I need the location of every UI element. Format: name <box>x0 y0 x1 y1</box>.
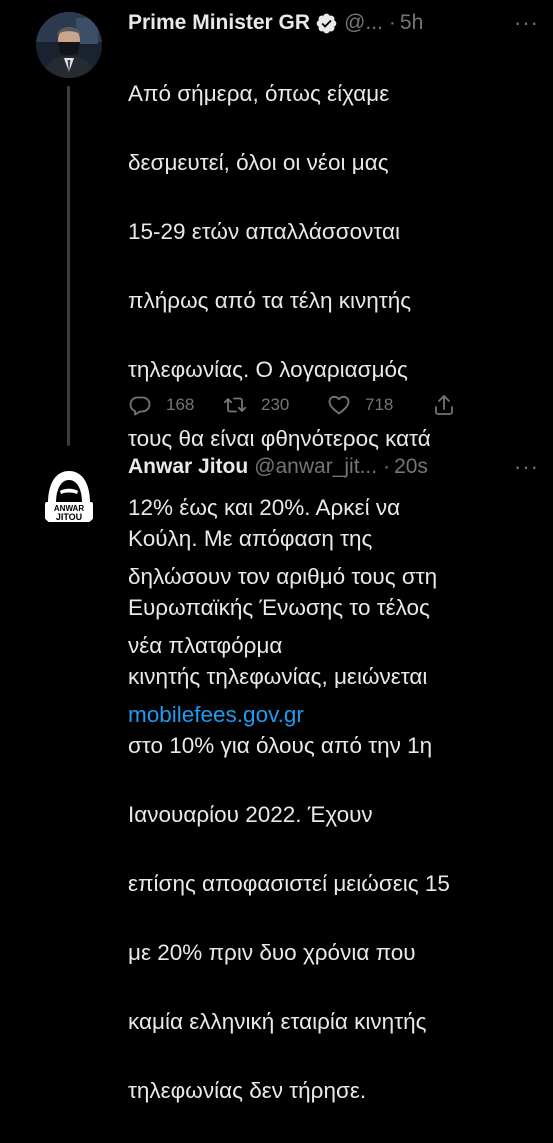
share-icon <box>435 395 453 415</box>
display-name[interactable]: Anwar Jitou <box>128 455 248 479</box>
retweet-button[interactable]: 230 <box>223 393 327 417</box>
tweet-primeminister[interactable]: Prime Minister GR @... · 5h ··· Από σήμε… <box>0 0 553 727</box>
avatar-photo <box>36 12 102 78</box>
timestamp[interactable]: 20s <box>394 455 428 479</box>
verified-badge-icon <box>315 12 338 35</box>
more-options-icon[interactable]: ··· <box>514 10 539 36</box>
text-line: 15-29 ετών απαλλάσσονται <box>128 218 400 244</box>
text-line: δεσμευτεί, όλοι οι νέοι μας <box>128 149 389 175</box>
text-line: πλήρως από τα τέλη κινητής <box>128 287 412 313</box>
timestamp[interactable]: 5h <box>400 11 423 35</box>
display-name[interactable]: Prime Minister GR <box>128 11 310 35</box>
reply-button[interactable]: 168 <box>128 393 223 417</box>
tweet-reply-anwar[interactable]: ANWAR JITOU Anwar Jitou @anwar_jit... · … <box>0 452 553 1103</box>
text-line: καμία ελληνική εταιρία κινητής <box>128 1008 427 1034</box>
text-line: στο 10% για όλους από την 1η <box>128 732 433 758</box>
user-handle[interactable]: @... <box>344 11 383 35</box>
separator-dot: · <box>383 455 391 478</box>
heart-icon <box>328 395 350 415</box>
retweet-icon <box>223 397 247 413</box>
text-line: κινητής τηλεφωνίας, μειώνεται <box>128 663 428 689</box>
tweet-header: Anwar Jitou @anwar_jit... · 20s ··· <box>128 452 539 482</box>
separator-dot: · <box>388 11 396 34</box>
tweet-actions: 168 230 718 <box>128 390 478 420</box>
share-button[interactable] <box>432 393 470 417</box>
reply-count: 168 <box>166 395 195 414</box>
avatar-anwar[interactable]: ANWAR JITOU <box>36 463 102 529</box>
text-line: με 20% πριν δυο χρόνια που <box>128 939 416 965</box>
text-line: τηλεφωνίας. Ο λογαριασμός <box>128 356 408 382</box>
tweet-text: Κούλη. Με απόφαση της Ευρωπαϊκής Ένωσης … <box>128 487 538 1143</box>
retweet-count: 230 <box>261 395 290 414</box>
text-line: Ιανουαρίου 2022. Έχουν <box>128 801 373 827</box>
text-line: τους θα είναι φθηνότερος κατά <box>128 425 431 451</box>
user-handle[interactable]: @anwar_jit... <box>254 455 377 479</box>
text-line: τηλεφωνίας δεν τήρησε. <box>128 1077 367 1103</box>
like-button[interactable]: 718 <box>327 393 432 417</box>
reply-icon <box>129 396 151 416</box>
text-line: Από σήμερα, όπως είχαμε <box>128 80 390 106</box>
text-line: Ευρωπαϊκής Ένωσης το τέλος <box>128 594 430 620</box>
anwar-jitou-logo: ANWAR JITOU <box>36 463 102 529</box>
like-count: 718 <box>365 395 394 414</box>
text-line: επίσης αποφασιστεί μειώσεις 15 <box>128 870 450 896</box>
logo-text-bottom: JITOU <box>56 512 82 522</box>
tweet-header: Prime Minister GR @... · 5h ··· <box>128 8 539 38</box>
thread-connector-line <box>67 86 70 446</box>
more-options-icon[interactable]: ··· <box>514 454 539 480</box>
text-line: Κούλη. Με απόφαση της <box>128 525 373 551</box>
avatar-primeminister[interactable] <box>36 12 102 78</box>
